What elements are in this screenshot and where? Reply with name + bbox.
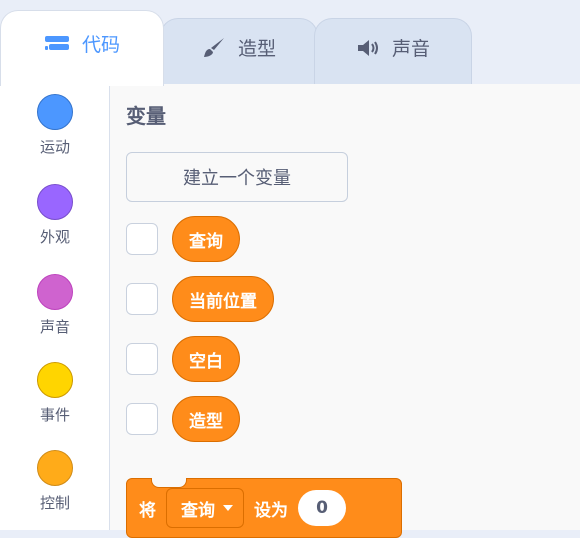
speaker-icon — [356, 38, 382, 58]
category-control-label: 控制 — [39, 494, 70, 512]
variable-monitor-checkbox[interactable] — [126, 403, 158, 435]
category-looks-label: 外观 — [39, 228, 70, 246]
code-blocks-icon — [44, 34, 72, 54]
category-menu: 运动 外观 声音 事件 控制 — [0, 84, 110, 530]
category-events-label: 事件 — [39, 406, 70, 424]
variable-row: 查询 — [126, 214, 240, 264]
category-sound-label: 声音 — [39, 318, 70, 336]
set-block-prefix: 将 — [139, 500, 156, 521]
category-motion-label: 运动 — [39, 138, 70, 156]
events-category-dot — [37, 362, 73, 398]
variable-monitor-checkbox[interactable] — [126, 223, 158, 255]
motion-category-dot — [37, 94, 73, 130]
set-value-input[interactable]: 0 — [298, 490, 346, 526]
chevron-down-icon — [223, 505, 233, 511]
sound-category-dot — [37, 274, 73, 310]
tab-code[interactable]: 代码 — [0, 10, 164, 86]
variable-reporter-block[interactable]: 查询 — [172, 216, 240, 262]
block-palette: 变量 建立一个变量 查询 当前位置 空白 造型 将 查询 设为 0 — [110, 84, 580, 538]
category-motion[interactable]: 运动 — [0, 94, 110, 157]
category-looks[interactable]: 外观 — [0, 184, 110, 247]
tab-costumes-label: 造型 — [237, 38, 276, 60]
paintbrush-icon — [202, 36, 228, 60]
block-notch — [151, 478, 187, 488]
set-block-middle: 设为 — [254, 500, 288, 521]
tab-costumes[interactable]: 造型 — [160, 18, 318, 84]
variable-reporter-block[interactable]: 造型 — [172, 396, 240, 442]
variable-dropdown[interactable]: 查询 — [166, 488, 244, 528]
variable-row: 造型 — [126, 394, 240, 444]
variable-monitor-checkbox[interactable] — [126, 283, 158, 315]
variable-reporter-block[interactable]: 空白 — [172, 336, 240, 382]
set-variable-block[interactable]: 将 查询 设为 0 — [126, 478, 402, 538]
category-sound[interactable]: 声音 — [0, 274, 110, 337]
control-category-dot — [37, 450, 73, 486]
looks-category-dot — [37, 184, 73, 220]
variables-section-title: 变量 — [126, 104, 166, 128]
variable-row: 空白 — [126, 334, 240, 384]
category-events[interactable]: 事件 — [0, 362, 110, 425]
variable-row: 当前位置 — [126, 274, 274, 324]
variable-reporter-block[interactable]: 当前位置 — [172, 276, 274, 322]
editor-tab-bar: 代码 造型 声音 — [0, 0, 580, 86]
category-control[interactable]: 控制 — [0, 450, 110, 513]
tab-code-label: 代码 — [81, 34, 120, 56]
variable-monitor-checkbox[interactable] — [126, 343, 158, 375]
make-variable-button[interactable]: 建立一个变量 — [126, 152, 348, 202]
tab-sounds-label: 声音 — [391, 38, 430, 60]
tab-sounds[interactable]: 声音 — [314, 18, 472, 84]
variable-dropdown-value: 查询 — [181, 500, 215, 521]
